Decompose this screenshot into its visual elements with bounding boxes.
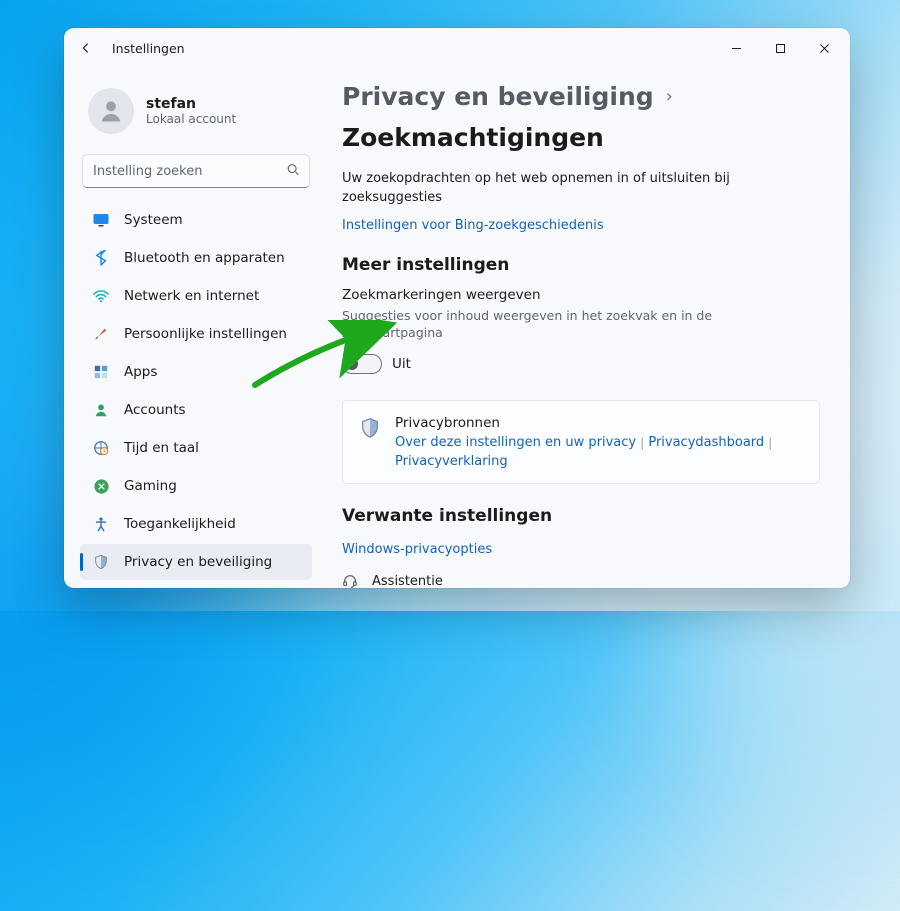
help-item[interactable]: Assistentie <box>342 573 820 588</box>
privacy-resources-card: Privacybronnen Over deze instellingen en… <box>342 400 820 484</box>
back-button[interactable] <box>78 40 94 56</box>
sidebar-item-apps[interactable]: Apps <box>80 354 312 390</box>
sidebar-item-accessibility[interactable]: Toegankelijkheid <box>80 506 312 542</box>
card-link-0[interactable]: Over deze instellingen en uw privacy <box>395 435 636 450</box>
toggle-state-label: Uit <box>392 356 411 372</box>
search-input[interactable] <box>82 154 310 188</box>
gaming-icon <box>92 477 110 495</box>
related-link[interactable]: Windows-privacyopties <box>342 542 492 557</box>
sidebar-item-label: Persoonlijke instellingen <box>124 326 287 342</box>
sidebar-item-label: Accounts <box>124 402 186 418</box>
accessibility-icon <box>92 515 110 533</box>
help-headset-icon <box>342 573 360 588</box>
help-label: Assistentie <box>372 574 443 588</box>
minimize-button[interactable] <box>714 32 758 64</box>
sidebar-item-accounts[interactable]: Accounts <box>80 392 312 428</box>
sidebar-item-gaming[interactable]: Gaming <box>80 468 312 504</box>
sidebar-item-label: Bluetooth en apparaten <box>124 250 285 266</box>
globe-clock-icon <box>92 439 110 457</box>
sidebar-item-label: Systeem <box>124 212 183 228</box>
card-link-2[interactable]: Privacyverklaring <box>395 454 508 469</box>
chevron-right-icon: › <box>666 86 673 107</box>
main-pane: Privacy en beveiliging › Zoekmachtiginge… <box>322 68 850 588</box>
sidebar-item-label: Tijd en taal <box>124 440 199 456</box>
sidebar-item-label: Toegankelijkheid <box>124 516 236 532</box>
search-icon <box>286 162 300 181</box>
sidebar-item-label: Privacy en beveiliging <box>124 554 272 570</box>
breadcrumb: Privacy en beveiliging › Zoekmachtiginge… <box>342 82 820 152</box>
bing-history-link[interactable]: Instellingen voor Bing-zoekgeschiedenis <box>342 218 604 233</box>
option-subtitle: Suggesties voor inhoud weergeven in het … <box>342 307 742 342</box>
sidebar-item-bluetooth[interactable]: Bluetooth en apparaten <box>80 240 312 276</box>
sidebar-item-personalization[interactable]: Persoonlijke instellingen <box>80 316 312 352</box>
sidebar-item-network[interactable]: Netwerk en internet <box>80 278 312 314</box>
nav-list: Systeem Bluetooth en apparaten Netwerk e… <box>80 202 312 588</box>
section-heading-related: Verwante instellingen <box>342 506 820 526</box>
section-description: Uw zoekopdrachten op het web opnemen in … <box>342 170 772 208</box>
sidebar: stefan Lokaal account Systeem Bluetooth … <box>64 68 322 588</box>
brush-icon <box>92 325 110 343</box>
sidebar-item-label: Netwerk en internet <box>124 288 259 304</box>
shield-icon <box>359 417 381 439</box>
sidebar-item-privacy[interactable]: Privacy en beveiliging <box>80 544 312 580</box>
system-icon <box>92 211 110 229</box>
card-link-1[interactable]: Privacydashboard <box>648 435 764 450</box>
person-icon <box>92 401 110 419</box>
card-title: Privacybronnen <box>395 415 803 431</box>
user-name: stefan <box>146 96 236 112</box>
shield-icon <box>92 553 110 571</box>
page-title: Zoekmachtigingen <box>342 123 604 152</box>
search-field[interactable] <box>82 154 310 188</box>
close-button[interactable] <box>802 32 846 64</box>
sidebar-item-system[interactable]: Systeem <box>80 202 312 238</box>
apps-icon <box>92 363 110 381</box>
window-title: Instellingen <box>112 41 185 56</box>
section-heading-more: Meer instellingen <box>342 255 820 275</box>
bluetooth-icon <box>92 249 110 267</box>
maximize-button[interactable] <box>758 32 802 64</box>
sidebar-item-label: Apps <box>124 364 157 380</box>
titlebar: Instellingen <box>64 28 850 68</box>
sidebar-item-time[interactable]: Tijd en taal <box>80 430 312 466</box>
user-subtitle: Lokaal account <box>146 112 236 126</box>
search-highlights-toggle[interactable] <box>342 354 382 374</box>
avatar <box>88 88 134 134</box>
sidebar-item-label: Gaming <box>124 478 177 494</box>
wifi-icon <box>92 287 110 305</box>
sidebar-item-update[interactable]: Windows Update <box>80 582 312 588</box>
user-block[interactable]: stefan Lokaal account <box>80 74 312 152</box>
option-title: Zoekmarkeringen weergeven <box>342 287 820 303</box>
breadcrumb-parent[interactable]: Privacy en beveiliging <box>342 82 654 111</box>
settings-window: Instellingen stefan Lokaal accoun <box>64 28 850 588</box>
